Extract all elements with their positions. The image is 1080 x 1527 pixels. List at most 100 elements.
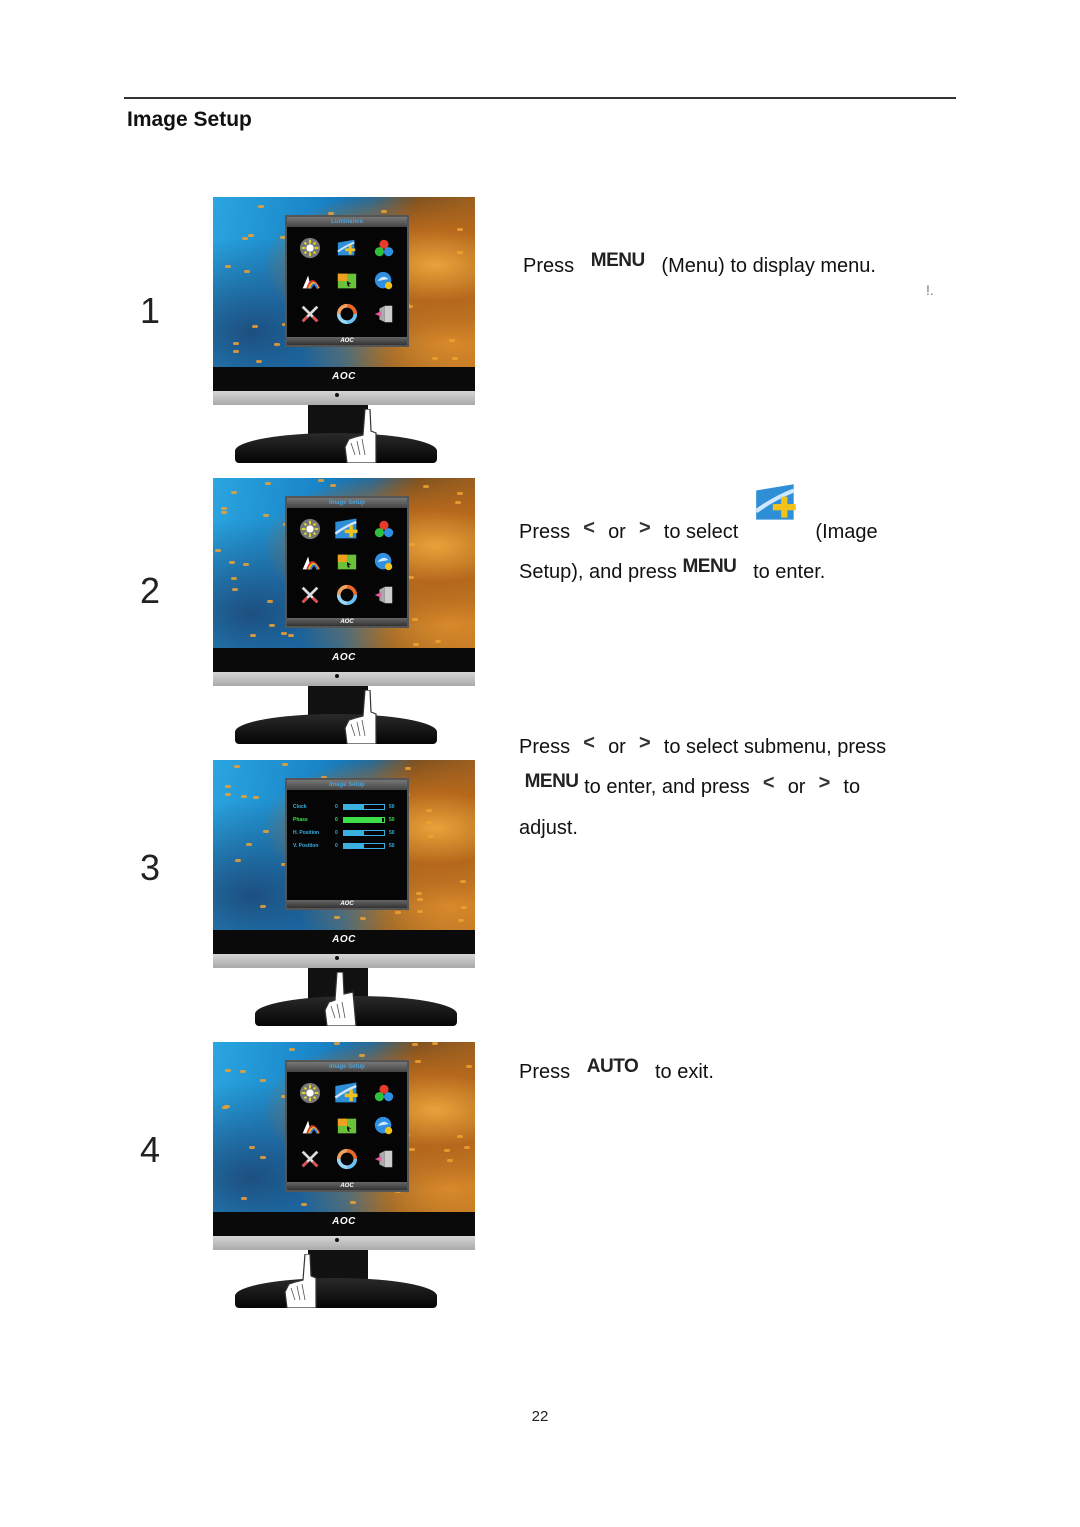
section-title: Image Setup [127, 108, 252, 131]
fish-speck [225, 265, 232, 269]
instruction-text: Press [519, 1061, 571, 1083]
menu-key-label: MENU [524, 771, 579, 792]
extra-icon [299, 1148, 321, 1170]
fish-speck [465, 1064, 472, 1068]
submenu-row: V. Position 0 50 [293, 839, 401, 852]
fish-speck [460, 906, 467, 910]
submenu-slider-fill [344, 817, 382, 822]
fish-speck [317, 479, 324, 483]
fish-speck [234, 764, 241, 768]
exit-icon [373, 303, 395, 325]
menu-key-label: MENU [590, 250, 645, 271]
fish-speck [260, 1155, 267, 1159]
instruction-text: Press [523, 255, 575, 277]
fish-speck [409, 1148, 416, 1152]
monitor-brand: AOC [332, 934, 356, 945]
submenu-slider-fill [344, 804, 364, 809]
fish-speck [262, 830, 269, 834]
step-number-3: 3 [140, 847, 161, 888]
monitor-button-strip [213, 672, 475, 686]
submenu-value: 50 [389, 816, 395, 823]
fish-speck [231, 490, 237, 494]
monitor-brand: AOC [332, 652, 356, 663]
instruction-text: to select [663, 521, 739, 543]
instruction-step-1: Press MENU (Menu) to display menu. [523, 246, 876, 287]
osd-menu: Luminance AOC [285, 215, 409, 347]
submenu-list: Clock 0 50 Phase 0 50 H. Position 0 50 V. Positio… [287, 790, 407, 862]
monitor-button-strip [213, 1236, 475, 1250]
submenu-label: Phase [293, 816, 308, 823]
monitor-button-strip [213, 954, 475, 968]
step-number-2: 2 [140, 570, 161, 611]
luminance-icon [299, 237, 321, 259]
fish-speck [431, 1042, 438, 1046]
instruction-text: to select submenu, press [663, 736, 887, 758]
image-setup-icon [333, 515, 361, 543]
monitor-illustration-1: Luminance AOC AOC [213, 197, 475, 463]
submenu-min: 0 [335, 842, 338, 849]
color-temp-icon [373, 518, 395, 540]
color-temp-icon [373, 1082, 395, 1104]
monitor-illustration-3: Image Setup Clock 0 50 Phase 0 50 H. Position 0… [213, 760, 475, 1026]
fish-speck [455, 501, 462, 505]
fish-speck [456, 250, 463, 254]
fish-speck [456, 1134, 463, 1138]
fish-speck [459, 880, 466, 884]
color-boost-icon [299, 270, 321, 292]
fish-speck [240, 794, 247, 798]
fish-speck [215, 548, 222, 552]
fish-speck [242, 562, 249, 566]
osd-brand: AOC [287, 900, 407, 908]
fish-speck [221, 511, 228, 515]
fish-speck [224, 1068, 231, 1072]
fish-speck [231, 588, 238, 592]
fish-speck [250, 634, 257, 638]
fish-speck [233, 342, 240, 345]
submenu-row: Phase 0 50 [293, 813, 401, 826]
picture-boost-icon [336, 1115, 358, 1137]
instruction-step-4: Press AUTO to exit. [519, 1052, 714, 1093]
fish-speck [412, 1043, 419, 1047]
osd-title: Image Setup [287, 1062, 407, 1072]
image-setup-icon [750, 478, 804, 528]
fish-speck [235, 859, 242, 863]
submenu-slider-fill [344, 830, 364, 835]
fish-speck [224, 1105, 231, 1109]
fish-speck [281, 763, 288, 767]
instruction-text: to enter, and press [584, 776, 750, 798]
reset-icon [336, 303, 358, 325]
header-rule [124, 97, 956, 99]
fish-speck [256, 359, 263, 363]
luminance-icon [299, 1082, 321, 1104]
power-led [335, 674, 339, 678]
instruction-step-2: Press < or > to select (Image Setup), an… [519, 494, 949, 593]
right-arrow-icon: > [818, 772, 831, 794]
submenu-row: Clock 0 50 [293, 800, 401, 813]
fish-speck [229, 560, 236, 564]
fish-speck [431, 356, 438, 360]
fish-speck [449, 338, 456, 342]
submenu-min: 0 [335, 803, 338, 810]
picture-boost-icon [336, 270, 358, 292]
color-temp-icon [373, 237, 395, 259]
instruction-text: Setup), and press [519, 561, 677, 583]
fish-speck [404, 767, 411, 771]
submenu-label: V. Position [293, 842, 319, 849]
fish-speck [224, 792, 231, 796]
fish-speck [427, 834, 434, 838]
monitor-screen: Image Setup AOC [213, 478, 475, 648]
instruction-text: or [608, 736, 626, 758]
fish-speck [259, 905, 266, 909]
instruction-text: or [787, 776, 806, 798]
fish-speck [333, 1042, 340, 1046]
exit-icon [373, 584, 395, 606]
fish-speck [329, 484, 336, 488]
right-arrow-icon: > [638, 517, 651, 539]
auto-key-label: AUTO [586, 1056, 639, 1077]
fish-speck [243, 270, 250, 274]
fish-speck [359, 1053, 366, 1057]
fish-speck [464, 1146, 471, 1150]
menu-key-label: MENU [682, 556, 737, 577]
osd-setup-icon [373, 551, 395, 573]
luminance-icon [299, 518, 321, 540]
